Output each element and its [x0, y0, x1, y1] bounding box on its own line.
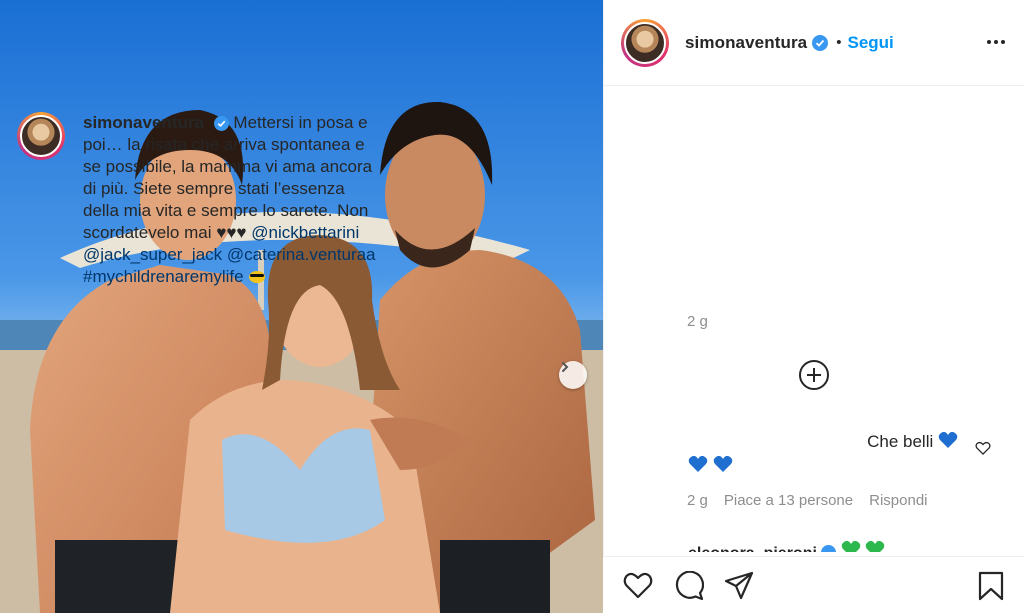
reply-button[interactable]: Rispondi [869, 492, 927, 509]
caption-text: simonaventura Mettersi in posa e poi… la… [83, 112, 383, 288]
blue-heart-icon [713, 455, 733, 472]
comment-likes[interactable]: Piace a 13 persone [724, 492, 853, 509]
next-photo-button[interactable] [559, 361, 587, 389]
post-actions-bar [603, 556, 1024, 613]
next-comment-username[interactable]: eleonora_pieroni [688, 545, 817, 552]
post-header: simonaventura • Segui [604, 0, 1024, 86]
hashtag-link[interactable]: #mychildrenaremylife [83, 267, 244, 286]
heart-icon[interactable] [623, 571, 653, 599]
avatar[interactable] [621, 18, 669, 67]
plus-circle-icon[interactable] [798, 359, 830, 391]
caption-username[interactable]: simonaventura [83, 113, 204, 132]
post-side-panel: simonaventura • Segui [603, 0, 1024, 613]
post-photo[interactable] [0, 0, 603, 613]
post-caption: simonaventura Mettersi in posa e poi… la… [17, 112, 407, 288]
blue-heart-icon [938, 431, 958, 448]
follow-button[interactable]: Segui [848, 33, 894, 53]
sunglasses-emoji [248, 267, 266, 286]
comment-hearts [688, 455, 733, 475]
header-username[interactable]: simonaventura [685, 33, 807, 53]
caption-avatar[interactable] [17, 112, 65, 160]
mention-link[interactable]: @jack_super_jack [83, 245, 222, 264]
mention-link[interactable]: @nickbettarini [251, 223, 359, 242]
next-comment-peek: eleonora_pieroni [688, 540, 885, 552]
mention-link[interactable]: @caterina.venturaa [227, 245, 376, 264]
comment-icon[interactable] [674, 571, 704, 601]
comment-line: Che belli [688, 430, 998, 454]
separator-dot: • [836, 34, 842, 51]
verified-badge-icon [812, 34, 829, 51]
comment-text: Che belli [867, 432, 934, 451]
comment-like-heart-icon[interactable] [975, 441, 991, 456]
verified-badge-icon [821, 545, 837, 552]
share-icon[interactable] [724, 571, 754, 600]
chevron-right-icon [562, 362, 569, 372]
photo-illustration [0, 0, 603, 613]
comment-time: 2 g [687, 492, 708, 509]
comment-item: Che belli [688, 430, 998, 478]
comment-meta: 2 g Piace a 13 persone Rispondi [687, 492, 928, 509]
verified-badge-icon [213, 116, 229, 132]
blue-heart-icon [688, 455, 708, 472]
bookmark-icon[interactable] [978, 571, 1004, 601]
caption-time: 2 g [687, 313, 708, 330]
more-horizontal-icon[interactable] [986, 32, 1006, 52]
green-heart-icon [841, 540, 861, 552]
green-heart-icon [866, 540, 885, 552]
